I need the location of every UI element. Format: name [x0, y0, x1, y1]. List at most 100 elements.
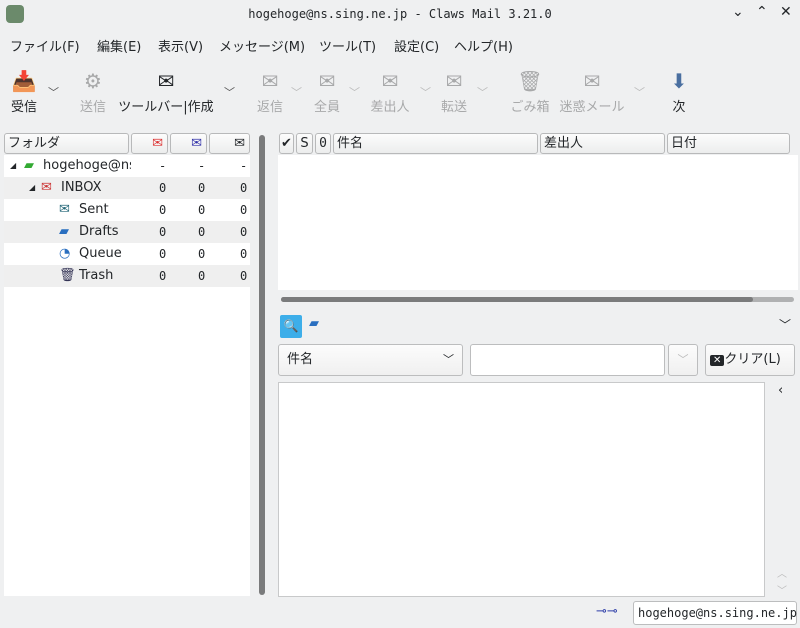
folder-row-account[interactable]: ◢ ▰ hogehoge@ns - - -: [4, 155, 250, 177]
folder-name: Drafts: [79, 224, 119, 239]
menu-settings[interactable]: 設定(C): [394, 36, 439, 55]
search-field-value: 件名: [287, 352, 314, 367]
pane-splitter[interactable]: [259, 135, 265, 595]
new-count: 0: [159, 203, 167, 217]
close-button[interactable]: ✕: [780, 4, 792, 20]
unread-column-header[interactable]: ✉: [170, 133, 207, 154]
new-column-header[interactable]: ✉: [131, 133, 168, 154]
unread-count: 0: [198, 181, 206, 195]
unread-count: -: [198, 159, 206, 173]
inbox-icon: ✉: [41, 180, 52, 195]
unread-count: 0: [198, 203, 206, 217]
folder-search-icon[interactable]: ▰: [309, 316, 319, 331]
search-input[interactable]: [470, 344, 665, 376]
scroll-up-icon[interactable]: ︿: [777, 565, 787, 580]
chevron-down-icon: ﹀: [443, 353, 454, 366]
account-status[interactable]: hogehoge@ns.sing.ne.jp: [633, 601, 797, 625]
total-mail-icon: ✉: [234, 136, 245, 151]
folder-name: Queue: [79, 246, 122, 261]
magnifier-icon: 🔍: [283, 319, 299, 333]
horizontal-scrollbar[interactable]: [281, 297, 794, 302]
receive-icon: 📥: [11, 69, 37, 93]
maximize-button[interactable]: ⌃: [756, 4, 768, 20]
from-column-header[interactable]: 差出人: [540, 133, 665, 154]
chevron-left-icon[interactable]: ‹: [778, 383, 783, 398]
account-folder-icon: ▰: [24, 158, 34, 173]
reply-all-dropdown[interactable]: ﹀: [349, 84, 360, 100]
new-count: 0: [159, 247, 167, 261]
unread-count: 0: [198, 269, 206, 283]
send-label: 送信: [79, 100, 106, 115]
collapse-chevron-icon[interactable]: ﹀: [779, 316, 791, 333]
receive-button[interactable]: 📥 受信: [6, 66, 42, 115]
next-button[interactable]: ⬇ 次: [668, 66, 690, 115]
folder-name: hogehoge@ns: [43, 158, 131, 173]
sent-icon: ✉: [59, 202, 70, 217]
trash-icon: 🗑: [517, 69, 543, 93]
reply-sender-label: 差出人: [370, 100, 410, 115]
total-count: 0: [240, 203, 248, 217]
compose-label: ツールバー|作成: [118, 100, 214, 115]
menu-help[interactable]: ヘルプ(H): [454, 36, 513, 55]
menu-message[interactable]: メッセージ(M): [219, 36, 305, 55]
new-mail-icon: ✉: [152, 136, 163, 151]
folder-row-trash[interactable]: 🗑 Trash 0 0 0: [4, 265, 250, 287]
folder-row-inbox[interactable]: ◢ ✉ INBOX 0 0 0: [4, 177, 250, 199]
folder-row-drafts[interactable]: ▰ Drafts 0 0 0: [4, 221, 250, 243]
menu-file[interactable]: ファイル(F): [10, 36, 80, 55]
total-column-header[interactable]: ✉: [209, 133, 250, 154]
scroll-down-icon[interactable]: ﹀: [777, 582, 787, 597]
unread-count: 0: [198, 247, 206, 261]
mark-column-header[interactable]: ✔: [279, 133, 294, 154]
forward-dropdown[interactable]: ﹀: [477, 84, 488, 100]
reply-sender-button[interactable]: ✉ 差出人: [368, 66, 412, 115]
reply-sender-icon: ✉: [381, 69, 399, 93]
receive-dropdown[interactable]: ﹀: [48, 84, 59, 100]
menu-tools[interactable]: ツール(T): [319, 36, 376, 55]
status-column-header[interactable]: S: [296, 133, 313, 154]
folder-row-queue[interactable]: ◔ Queue 0 0 0: [4, 243, 250, 265]
reply-button[interactable]: ✉ 返信: [253, 66, 287, 115]
forward-button[interactable]: ✉ 転送: [437, 66, 471, 115]
send-button[interactable]: ⚙ 送信: [76, 66, 110, 115]
online-plug-icon[interactable]: ⊸⊸: [596, 604, 618, 619]
message-view[interactable]: [278, 382, 765, 597]
unread-mail-icon: ✉: [191, 136, 202, 151]
reply-sender-dropdown[interactable]: ﹀: [420, 84, 431, 100]
compose-dropdown[interactable]: ﹀: [224, 84, 235, 100]
attachment-column-header[interactable]: 0: [315, 133, 331, 154]
folder-column-header[interactable]: フォルダ: [4, 133, 129, 154]
reply-all-label: 全員: [313, 100, 340, 115]
folder-row-sent[interactable]: ✉ Sent 0 0 0: [4, 199, 250, 221]
app-icon: [6, 5, 24, 23]
unread-count: 0: [198, 225, 206, 239]
reply-label: 返信: [256, 100, 283, 115]
trash-folder-icon: 🗑: [59, 268, 76, 283]
subject-column-header[interactable]: 件名: [333, 133, 538, 154]
trash-button[interactable]: 🗑 ごみ箱: [508, 66, 552, 115]
menu-edit[interactable]: 編集(E): [97, 36, 141, 55]
clear-button[interactable]: ✕ クリア(L): [705, 344, 795, 376]
search-history-dropdown[interactable]: ﹀: [668, 344, 698, 376]
total-count: 0: [240, 181, 248, 195]
search-toggle-button[interactable]: 🔍: [280, 315, 302, 338]
date-column-header[interactable]: 日付: [667, 133, 790, 154]
minimize-button[interactable]: ⌄: [732, 4, 744, 20]
trash-label: ごみ箱: [510, 100, 550, 115]
scrollbar-thumb[interactable]: [281, 297, 753, 302]
menu-view[interactable]: 表示(V): [158, 36, 203, 55]
clear-icon: ✕: [710, 355, 725, 366]
reply-dropdown[interactable]: ﹀: [291, 84, 302, 100]
compose-button[interactable]: ✉ ツールバー|作成: [116, 66, 216, 115]
message-list[interactable]: [278, 155, 798, 290]
search-field-select[interactable]: 件名 ﹀: [278, 344, 463, 376]
folder-name: Sent: [79, 202, 109, 217]
new-count: -: [159, 159, 167, 173]
spam-dropdown[interactable]: ﹀: [634, 84, 645, 100]
new-count: 0: [159, 181, 167, 195]
spam-label: 迷惑メール: [559, 100, 625, 115]
reply-all-button[interactable]: ✉ 全員: [310, 66, 344, 115]
compose-icon: ✉: [157, 69, 175, 93]
spam-button[interactable]: ✉ 迷惑メール: [558, 66, 626, 115]
next-arrow-icon: ⬇: [670, 69, 688, 93]
